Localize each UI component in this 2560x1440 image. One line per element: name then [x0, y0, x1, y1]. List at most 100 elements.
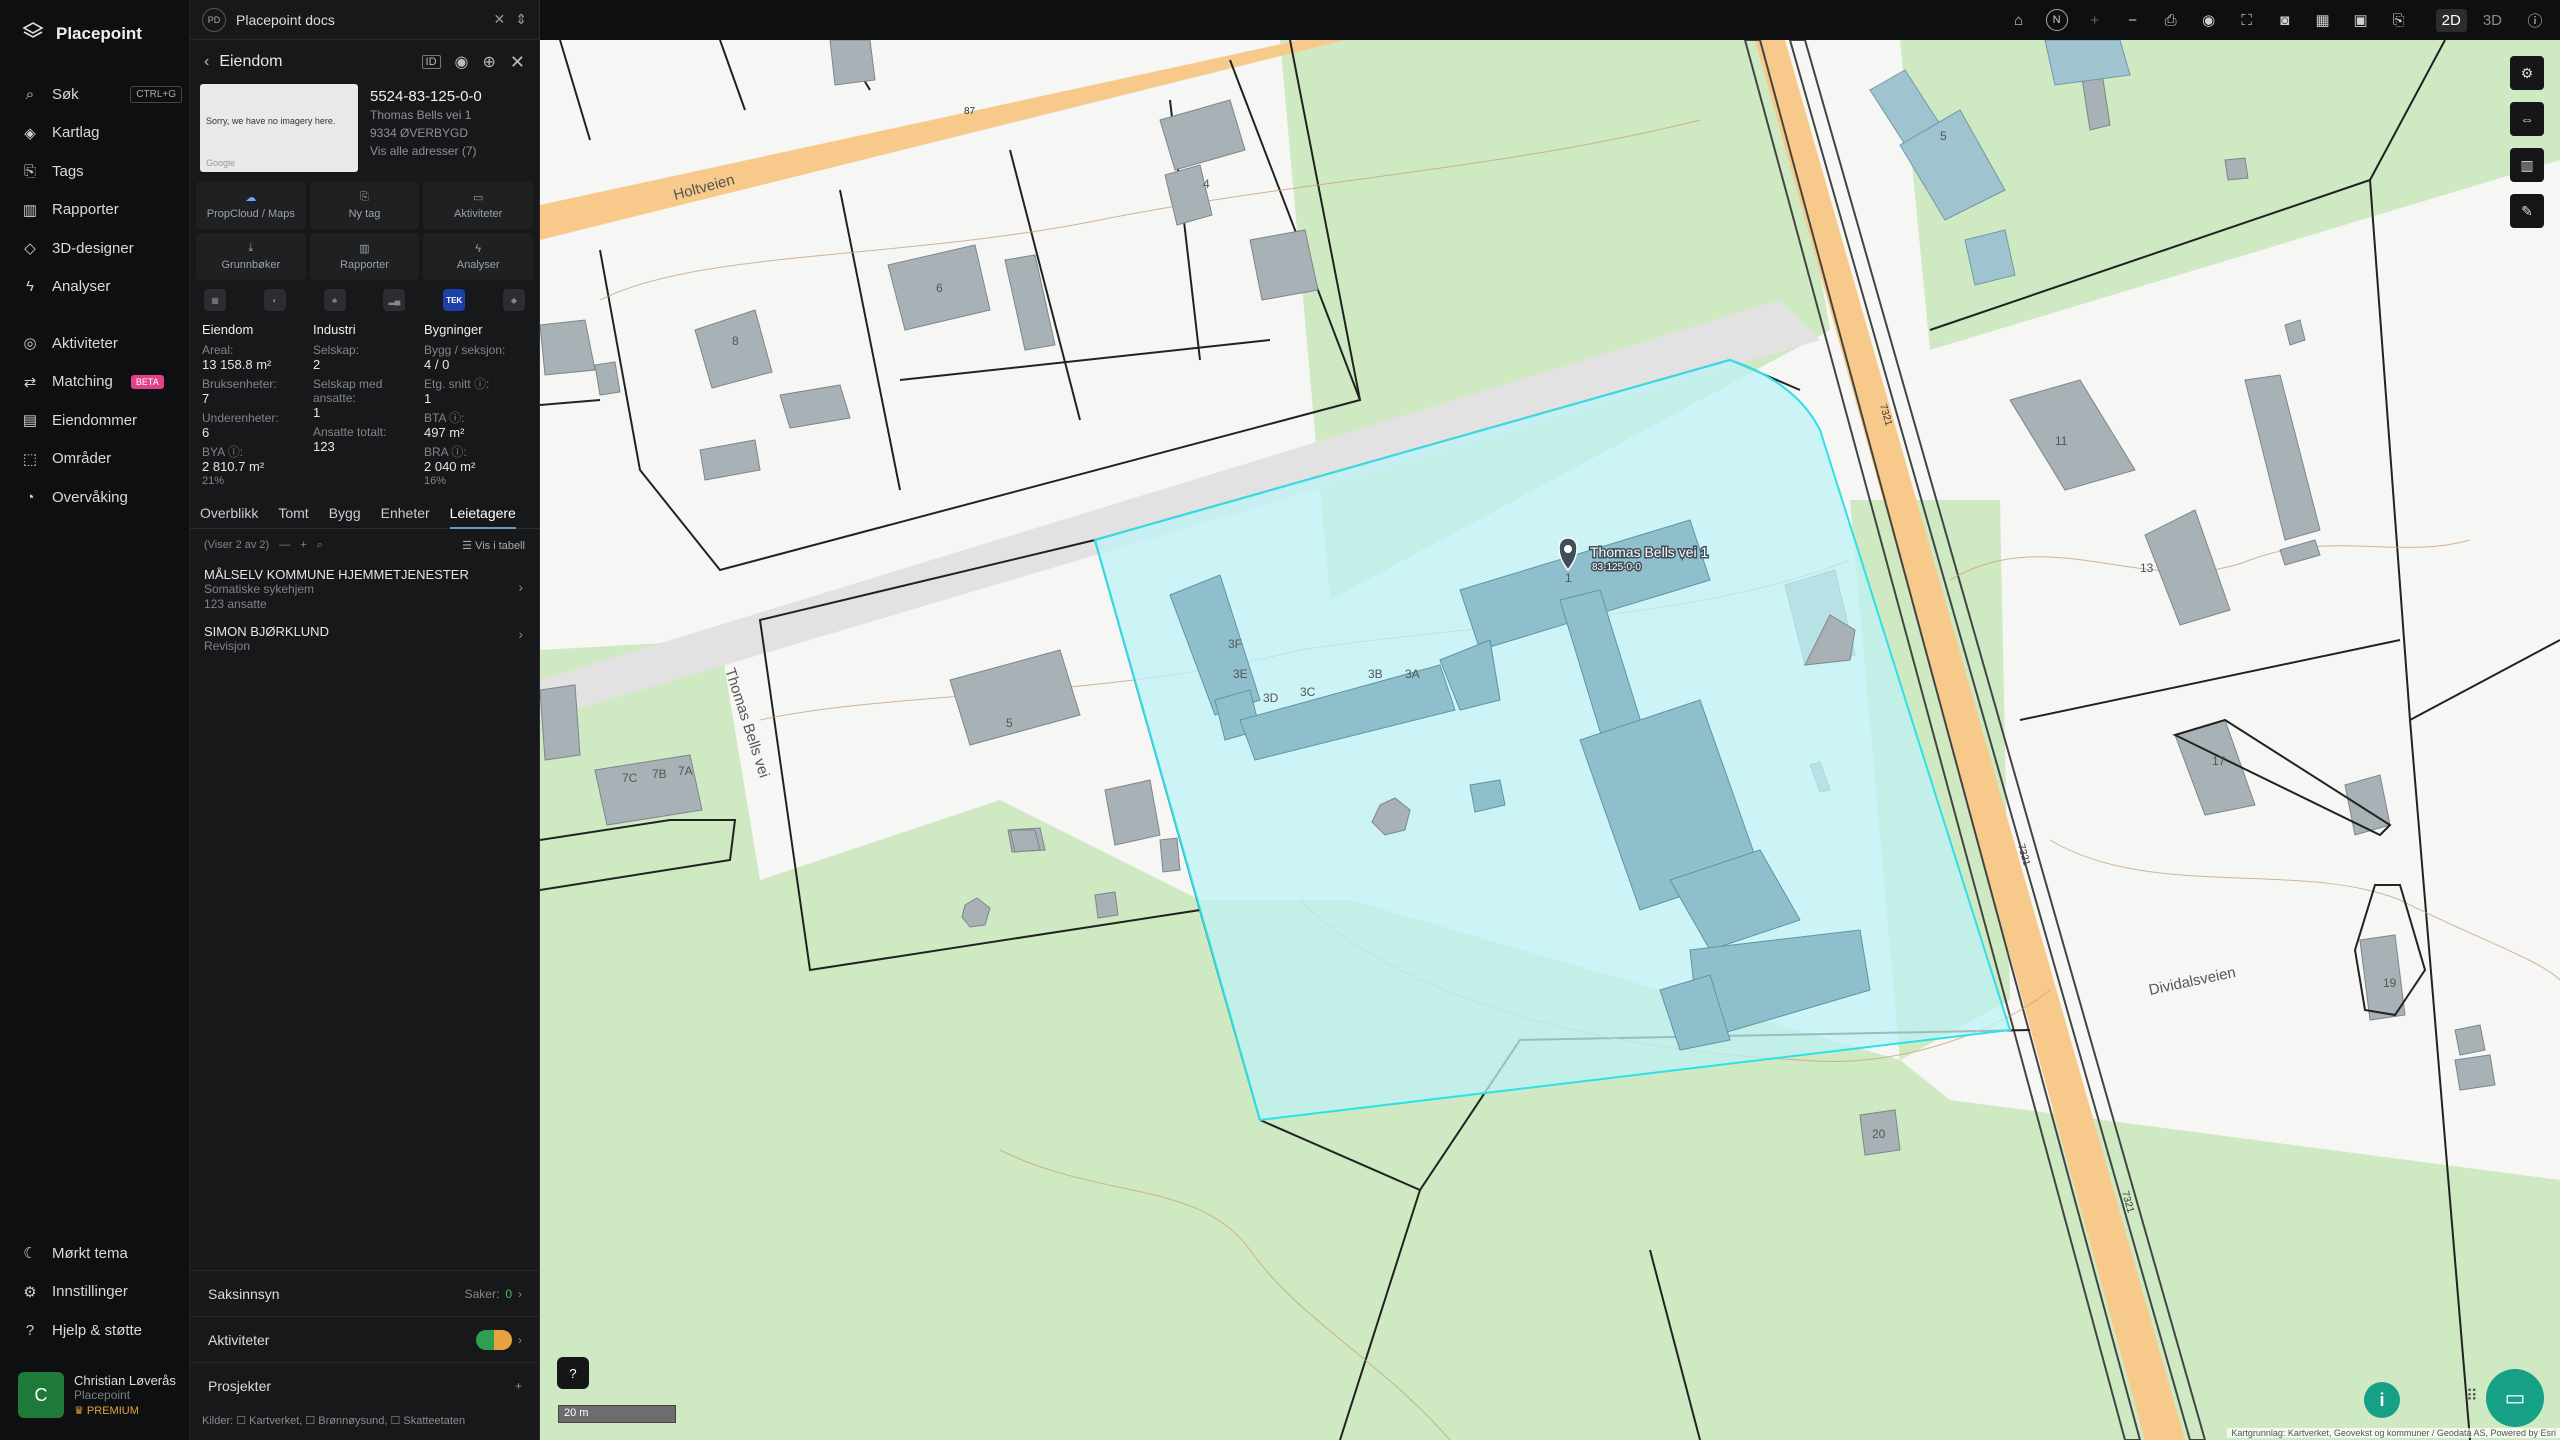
bookmark-icon[interactable]: ⎘ [2388, 9, 2410, 31]
nav-item-areas[interactable]: ⬚ Områder [22, 440, 182, 479]
source-icon-2[interactable]: ◐ [263, 289, 286, 311]
show-table-button[interactable]: ☰ Vis i tabell [462, 539, 525, 552]
panel-title: Eiendom [219, 53, 283, 70]
section-activities[interactable]: Aktiviteter › [190, 1316, 540, 1362]
show-all-addresses-link[interactable]: Vis alle adresser (7) [370, 142, 482, 160]
activity-avatars-icon [476, 1329, 512, 1350]
user-profile[interactable]: C Christian Løverås Placepoint ♛ PREMIUM [18, 1372, 176, 1418]
svg-text:3F: 3F [1228, 637, 1242, 651]
section-case-insight[interactable]: Saksinnsyn Saker: 0 › [190, 1270, 540, 1316]
print-icon[interactable]: ⎙ [2160, 9, 2182, 31]
tab-plot[interactable]: Tomt [278, 505, 308, 521]
property-thumbnail[interactable]: Sorry, we have no imagery here. Google [200, 84, 358, 172]
building-icon: ▤ [22, 412, 38, 430]
source-icon-6[interactable]: ◆ [502, 289, 525, 311]
fullscreen-icon[interactable]: ⛶ [2236, 9, 2258, 31]
nav-item-matching[interactable]: ⇄ Matching BETA [22, 363, 182, 402]
source-icon-3[interactable]: ♣ [323, 289, 346, 311]
draw-icon[interactable]: ✎ [2510, 194, 2544, 228]
tek-icon[interactable]: TEK [443, 289, 466, 311]
beta-badge: BETA [130, 374, 164, 389]
nav-item-search[interactable]: ⌕ Søk CTRL+G [22, 75, 182, 114]
stats-industri: Industri Selskap: 2 Selskap med ansatte: 1… [313, 322, 387, 454]
source-icon-1[interactable]: ▦ [204, 289, 226, 311]
cube-icon: ◇ [24, 240, 36, 258]
nav-item-activities[interactable]: ◎ Aktiviteter [22, 324, 182, 363]
zoom-out-icon[interactable]: − [2122, 9, 2144, 31]
mode-2d-button[interactable]: 2D [2435, 8, 2467, 32]
nav-item-reports[interactable]: ▥ Rapporter [22, 191, 182, 230]
compass-icon[interactable]: N [2045, 9, 2068, 31]
minus-icon[interactable]: — [279, 539, 290, 551]
activities-button[interactable]: ▭ Aktiviteter [423, 182, 533, 229]
drag-handle-icon[interactable]: ⠿ [2466, 1386, 2478, 1406]
nav-item-3d-designer[interactable]: ◇ 3D-designer [22, 229, 182, 268]
nav-item-layers[interactable]: ◈ Kartlag [22, 114, 182, 153]
map-help-button[interactable]: ? [557, 1357, 589, 1389]
info-circle-icon[interactable]: ⓘ [2524, 9, 2546, 31]
nav-item-monitoring[interactable]: ◔ Overvåking [22, 478, 182, 517]
nav-item-settings[interactable]: ⚙ Innstillinger [22, 1273, 182, 1312]
new-tag-button[interactable]: ⎘ Ny tag [309, 182, 420, 229]
tab-overview[interactable]: Overblikk [200, 505, 258, 521]
chat-button[interactable]: ▭ [2486, 1369, 2544, 1427]
search-icon[interactable]: ⌕ [317, 539, 323, 552]
camera-icon[interactable]: ◙ [2274, 9, 2296, 31]
nav-item-help[interactable]: ? Hjelp & støtte [22, 1311, 182, 1350]
nav-item-analyses[interactable]: ϟ Analyser [22, 268, 182, 307]
main-nav: Placepoint ⌕ Søk CTRL+G ◈ Kartlag ⎘ Tags ▥ Ra… [0, 0, 190, 1440]
marker-sublabel: 83-125-0-0 [1592, 562, 1641, 573]
svg-text:7C: 7C [622, 771, 638, 785]
eye-icon[interactable]: ◉ [455, 52, 469, 72]
chart-icon[interactable]: ▥ [2510, 148, 2544, 182]
id-card-icon[interactable]: ID [421, 55, 441, 69]
measure-icon[interactable]: ⇔ [2510, 102, 2544, 136]
doc-title[interactable]: Placepoint docs [236, 12, 335, 28]
info-button[interactable]: i [2364, 1382, 2400, 1418]
reports-button[interactable]: ▥ Rapporter [309, 233, 420, 280]
map-canvas[interactable]: Holtveien Thomas Bells vei Dividalsveien… [540, 40, 2560, 1440]
stats-eiendom: Eiendom Areal: 13 158.8 m² Bruksenheter: 7… [202, 322, 279, 487]
bookmark-icon: ⎘ [360, 191, 369, 203]
svg-text:17: 17 [2212, 754, 2226, 768]
close-icon[interactable]: ✕ [494, 11, 506, 28]
map-settings-icon[interactable]: ⚙ [2510, 56, 2544, 90]
close-panel-icon[interactable]: ✕ [510, 52, 525, 73]
expand-icon[interactable]: ⇕ [515, 11, 527, 28]
plus-icon[interactable]: + [300, 539, 306, 551]
crosshair-icon[interactable]: ⊕ [483, 52, 496, 72]
source-icon-4[interactable]: ▂▄ [383, 289, 406, 311]
eye-icon[interactable]: ◉ [2198, 9, 2220, 31]
back-icon[interactable]: ‹ [204, 53, 209, 71]
nav-item-dark-theme[interactable]: ☾ Mørkt tema [22, 1234, 182, 1273]
tab-units[interactable]: Enheter [381, 505, 430, 521]
section-projects[interactable]: Prosjekter + [190, 1362, 540, 1408]
building-3d-icon[interactable]: ⌂ [2008, 9, 2030, 31]
nav-item-properties[interactable]: ▤ Eiendommer [22, 401, 182, 440]
zoom-in-icon[interactable]: + [2084, 9, 2106, 31]
map-attribution: Kartgrunnlag: Kartverket, Geovekst og ko… [2227, 1428, 2560, 1438]
layout-icon[interactable]: ▣ [2350, 9, 2372, 31]
tab-tenants[interactable]: Leietagere [449, 505, 516, 529]
data-source-row: ▦ ◐ ♣ ▂▄ TEK ◆ [190, 288, 539, 312]
stats-bygninger: Bygninger Bygg / seksjon: 4 / 0 Etg. snit… [424, 322, 506, 487]
land-register-button[interactable]: ⤓ Grunnbøker [196, 233, 306, 280]
propcloud-button[interactable]: ☁ PropCloud / Maps [196, 182, 306, 229]
chat-icon: ▭ [2504, 1385, 2526, 1410]
list-item[interactable]: MÅLSELV KOMMUNE HJEMMETJENESTER Somatisk… [190, 561, 539, 618]
tab-buildings[interactable]: Bygg [329, 505, 361, 521]
help-icon: ? [25, 1321, 35, 1339]
nav-item-tags[interactable]: ⎘ Tags [22, 152, 182, 191]
mode-3d-button[interactable]: 3D [2477, 9, 2508, 32]
property-info: 5524-83-125-0-0 Thomas Bells vei 1 9334 … [370, 84, 482, 179]
svg-text:7A: 7A [678, 764, 693, 778]
svg-text:4: 4 [1203, 177, 1210, 191]
list-item[interactable]: SIMON BJØRKLUND Revisjon › [190, 618, 539, 660]
property-panel: PD Placepoint docs ✕ ⇕ ‹ Eiendom ID ◉ ⊕ … [190, 0, 540, 1440]
analyses-button[interactable]: ϟ Analyser [423, 233, 533, 280]
svg-text:3D: 3D [1263, 691, 1279, 705]
view-mode-toggle: 2D 3D [2435, 8, 2508, 32]
grid-icon[interactable]: ▦ [2312, 9, 2334, 31]
brand[interactable]: Placepoint [22, 20, 142, 47]
svg-text:6: 6 [936, 281, 943, 295]
